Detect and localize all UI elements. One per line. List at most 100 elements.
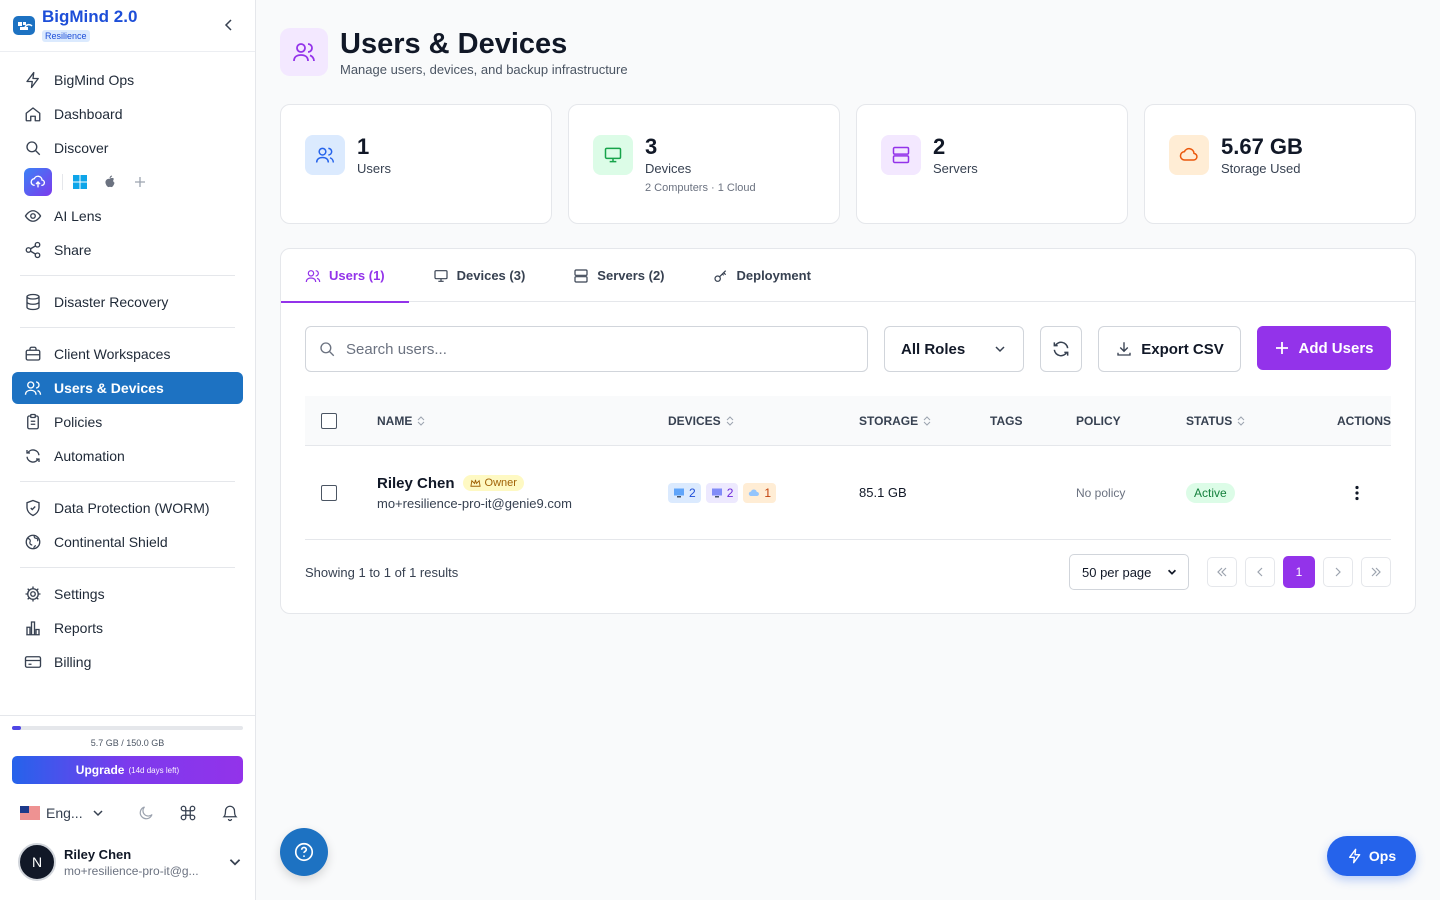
nav-dashboard[interactable]: Dashboard <box>12 98 243 130</box>
computer-count-badge[interactable]: 2 <box>668 482 701 503</box>
nav-label: Users & Devices <box>54 380 164 396</box>
dark-mode-icon[interactable] <box>137 804 155 822</box>
upgrade-label: Upgrade <box>75 763 125 777</box>
users-panel: Users (1) Devices (3) Servers (2) Deploy… <box>280 248 1416 614</box>
stat-label: Storage Used <box>1221 161 1301 176</box>
server-count-badge[interactable]: 2 <box>705 482 739 503</box>
tab-servers[interactable]: Servers (2) <box>549 249 688 302</box>
tab-deployment[interactable]: Deployment <box>689 249 835 302</box>
tab-devices[interactable]: Devices (3) <box>409 249 550 302</box>
ops-button[interactable]: Ops <box>1327 836 1416 876</box>
cloud-count-badge[interactable]: 1 <box>743 482 777 503</box>
help-button[interactable] <box>280 828 328 876</box>
column-header-devices[interactable]: DEVICES <box>668 414 859 428</box>
user-name: Riley Chen <box>64 846 132 862</box>
nav-billing[interactable]: Billing <box>12 646 243 678</box>
server-icon <box>574 268 588 283</box>
users-icon <box>280 28 328 76</box>
nav-disaster-recovery[interactable]: Disaster Recovery <box>12 286 243 318</box>
roles-filter-select[interactable]: All Roles <box>884 326 1024 372</box>
first-page-button[interactable] <box>1207 557 1237 587</box>
previous-page-button[interactable] <box>1245 557 1275 587</box>
nav-share[interactable]: Share <box>12 234 243 266</box>
language-selector[interactable]: Eng... <box>20 805 105 821</box>
apple-icon[interactable] <box>103 175 117 189</box>
column-header-tags: TAGS <box>990 414 1076 428</box>
windows-icon[interactable] <box>73 175 87 189</box>
command-icon[interactable] <box>179 804 197 822</box>
tab-label: Users (1) <box>329 268 385 283</box>
divider <box>62 174 63 190</box>
stat-sublabel: 2 Computers · 1 Cloud <box>645 182 756 194</box>
main-content: Users & Devices Manage users, devices, a… <box>256 0 1440 900</box>
nav-settings[interactable]: Settings <box>12 578 243 610</box>
devices-cell: 2 2 1 <box>668 482 859 503</box>
home-icon <box>25 107 41 122</box>
more-vertical-icon[interactable] <box>1348 484 1366 502</box>
sidebar-footer: 5.7 GB / 150.0 GB Upgrade (14d days left… <box>0 715 255 900</box>
eye-icon <box>24 210 42 222</box>
users-icon <box>24 381 42 395</box>
search-input[interactable] <box>346 340 826 358</box>
stat-label: Devices <box>645 161 692 176</box>
column-header-storage[interactable]: STORAGE <box>859 414 990 428</box>
gear-icon <box>25 586 41 602</box>
stat-label: Servers <box>933 161 978 176</box>
user-profile[interactable]: N Riley Chen mo+resilience-pro-it@g... <box>18 840 243 884</box>
main-nav: BigMind Ops Dashboard Discover AI Lens S… <box>0 52 255 678</box>
refresh-button[interactable] <box>1040 326 1082 372</box>
monitor-icon <box>434 269 448 282</box>
bell-icon[interactable] <box>221 804 239 822</box>
nav-ai-lens[interactable]: AI Lens <box>12 200 243 232</box>
server-count: 2 <box>726 485 734 500</box>
cloud-icon <box>1169 135 1209 175</box>
add-platform-icon[interactable] <box>133 175 147 189</box>
column-label: STATUS <box>1186 413 1233 428</box>
nav-client-workspaces[interactable]: Client Workspaces <box>12 338 243 370</box>
double-chevron-right-icon <box>1371 567 1381 577</box>
column-header-status[interactable]: STATUS <box>1186 414 1317 428</box>
nav-policies[interactable]: Policies <box>12 406 243 438</box>
tab-bar: Users (1) Devices (3) Servers (2) Deploy… <box>281 249 1415 303</box>
column-header-policy: POLICY <box>1076 414 1186 428</box>
user-name[interactable]: Riley Chen <box>377 475 455 492</box>
monitor-icon <box>593 135 633 175</box>
nav-users-devices[interactable]: Users & Devices <box>12 372 243 404</box>
column-header-name[interactable]: NAME <box>377 414 668 428</box>
next-page-button[interactable] <box>1323 557 1353 587</box>
lightning-icon <box>26 71 39 89</box>
tab-users[interactable]: Users (1) <box>281 249 409 303</box>
collapse-sidebar-icon[interactable] <box>221 17 237 33</box>
select-all-checkbox[interactable] <box>321 412 337 429</box>
nav-discover[interactable]: Discover <box>12 132 243 164</box>
nav-automation[interactable]: Automation <box>12 440 243 472</box>
stat-value: 5.67 GB <box>1221 134 1303 159</box>
nav-bigmind-ops[interactable]: BigMind Ops <box>12 64 243 96</box>
divider <box>20 275 235 276</box>
per-page-select[interactable]: 50 per page <box>1069 554 1189 590</box>
user-email: mo+resilience-pro-it@g... <box>64 863 199 878</box>
upgrade-button[interactable]: Upgrade (14d days left) <box>12 756 243 784</box>
status-badge: Active <box>1186 482 1235 503</box>
page-number-button[interactable]: 1 <box>1283 556 1315 588</box>
nav-reports[interactable]: Reports <box>12 612 243 644</box>
row-checkbox[interactable] <box>321 484 337 501</box>
search-box <box>305 326 868 372</box>
nav-label: Automation <box>54 448 125 464</box>
add-users-button[interactable]: Add Users <box>1257 326 1391 370</box>
nav-continental-shield[interactable]: Continental Shield <box>12 526 243 558</box>
nav-label: Settings <box>54 586 105 602</box>
platform-switcher <box>12 166 243 198</box>
policy-cell: No policy <box>1076 485 1126 500</box>
nav-label: Reports <box>54 620 104 636</box>
nav-data-protection[interactable]: Data Protection (WORM) <box>12 492 243 524</box>
nav-label: Continental Shield <box>54 534 168 550</box>
table-row[interactable]: Riley Chen Owner mo+resilience-pro-it@ge… <box>305 446 1391 540</box>
last-page-button[interactable] <box>1361 557 1391 587</box>
export-csv-button[interactable]: Export CSV <box>1098 326 1241 372</box>
page-subtitle: Manage users, devices, and backup infras… <box>340 62 628 77</box>
upload-platform-button[interactable] <box>24 168 52 196</box>
database-icon <box>26 293 40 311</box>
search-icon <box>26 141 41 156</box>
ops-label: Ops <box>1368 848 1397 864</box>
